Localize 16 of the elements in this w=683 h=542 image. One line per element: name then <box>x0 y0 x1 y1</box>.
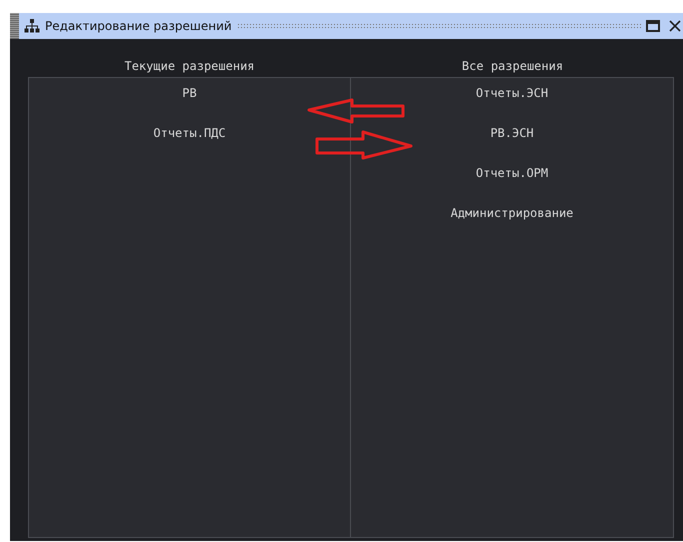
window-grip[interactable] <box>10 13 19 39</box>
window-title: Редактирование разрешений <box>45 19 232 33</box>
list-item[interactable]: Отчеты.ЭСН <box>476 84 548 103</box>
column-heading: Все разрешения <box>460 58 564 75</box>
list-item[interactable]: Отчеты.ПДС <box>153 124 226 143</box>
hierarchy-icon <box>24 19 40 33</box>
left-arrow-icon <box>308 98 404 124</box>
title-bar-drag-area[interactable] <box>236 23 641 29</box>
close-icon[interactable] <box>669 20 681 32</box>
list-item[interactable]: Администрирование <box>450 204 574 223</box>
column-heading: Текущие разрешения <box>123 58 256 75</box>
list-item[interactable]: РВ <box>182 84 197 103</box>
list-item[interactable]: РВ.ЭСН <box>490 124 534 143</box>
right-arrow-icon <box>316 130 412 160</box>
maximize-icon[interactable] <box>646 20 660 32</box>
list-item[interactable]: Отчеты.ОРМ <box>476 164 548 183</box>
